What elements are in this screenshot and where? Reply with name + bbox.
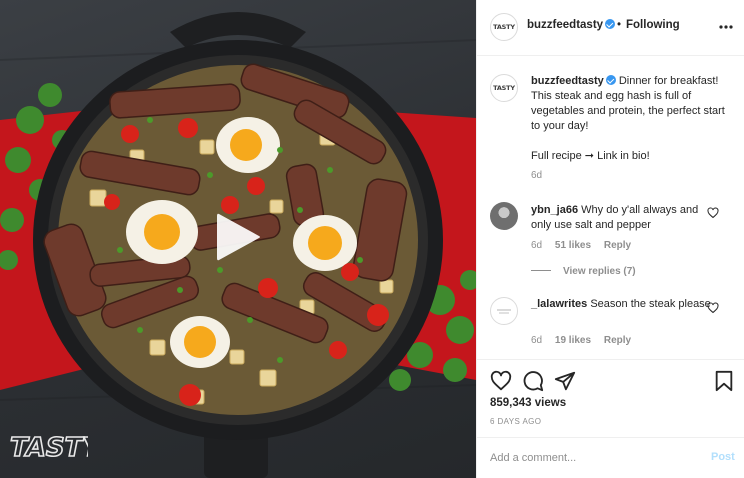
replies-divider-line [531, 270, 551, 271]
bookmark-icon[interactable] [713, 370, 735, 392]
comment: ybn_ja66 Why do y'all always and only us… [531, 203, 711, 233]
verified-badge-icon [605, 19, 616, 29]
lalawrites-logo-icon [497, 309, 511, 314]
comment-composer: Post [477, 437, 744, 478]
more-horizontal-icon [719, 25, 733, 29]
comment: _lalawrites Season the steak please [531, 297, 711, 312]
caption-recipe-line: Full recipe ➞ Link in bio! [531, 150, 650, 162]
comment-likes[interactable]: 19 likes [555, 335, 591, 346]
following-button[interactable]: Following [626, 19, 680, 31]
comment-timestamp[interactable]: 6d [531, 335, 542, 346]
heart-icon[interactable] [490, 370, 512, 392]
play-icon [217, 213, 260, 261]
commenter-avatar[interactable] [490, 297, 518, 325]
add-comment-input[interactable] [490, 449, 690, 467]
comment-likes[interactable]: 51 likes [555, 240, 591, 251]
comment-icon[interactable] [522, 370, 544, 392]
caption-author-avatar[interactable]: TASTY [490, 74, 518, 102]
post-caption: buzzfeedtasty Dinner for breakfast! This… [531, 74, 731, 164]
commenter-avatar[interactable] [490, 202, 518, 230]
comment-meta: 6d 51 likes Reply [531, 240, 641, 251]
post-timestamp[interactable]: 6 DAYS AGO [490, 417, 541, 426]
view-count[interactable]: 859,343 views [490, 397, 566, 409]
more-options-button[interactable] [717, 18, 735, 36]
post-comment-button[interactable]: Post [711, 451, 735, 463]
verified-badge-icon [605, 75, 616, 85]
comment-username[interactable]: _lalawrites [531, 298, 587, 310]
comment-text: Season the steak please [590, 298, 711, 310]
view-replies-button[interactable]: View replies (7) [531, 266, 636, 277]
post-header: TASTY buzzfeedtasty • Following [477, 0, 744, 56]
comment-timestamp[interactable]: 6d [531, 240, 542, 251]
reply-button[interactable]: Reply [604, 335, 631, 346]
like-comment-heart-icon[interactable] [707, 302, 719, 314]
svg-text:TASTY: TASTY [10, 433, 88, 463]
post-sidebar: TASTY buzzfeedtasty • Following TASTY bu… [476, 0, 744, 478]
share-icon[interactable] [554, 370, 576, 392]
comment-username[interactable]: ybn_ja66 [531, 204, 578, 216]
reply-button[interactable]: Reply [604, 240, 631, 251]
like-comment-heart-icon[interactable] [707, 207, 719, 219]
post-video[interactable]: TASTY [0, 0, 476, 478]
author-username[interactable]: buzzfeedtasty [527, 19, 616, 31]
comment-meta: 6d 19 likes Reply [531, 335, 641, 346]
separator-dot: • [617, 19, 622, 31]
play-button[interactable] [213, 210, 263, 264]
caption-username[interactable]: buzzfeedtasty [531, 75, 604, 87]
author-avatar[interactable]: TASTY [490, 13, 518, 41]
post-actions: 859,343 views 6 DAYS AGO [477, 359, 744, 437]
comments-list[interactable]: TASTY buzzfeedtasty Dinner for breakfast… [477, 57, 744, 359]
caption-timestamp[interactable]: 6d [531, 170, 542, 181]
